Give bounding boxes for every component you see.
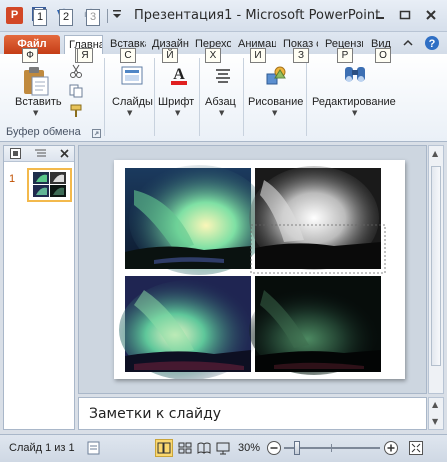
notes-pane[interactable]: Заметки к слайду — [78, 397, 427, 430]
help-icon[interactable]: ? — [424, 35, 440, 54]
status-bar: Слайд 1 из 1 30% — [0, 434, 447, 462]
slides-button[interactable]: Слайды — [112, 96, 153, 108]
paragraph-icon[interactable] — [214, 66, 232, 87]
cut-icon[interactable] — [69, 64, 83, 81]
zoom-slider-thumb[interactable] — [294, 441, 300, 455]
group-separator — [154, 58, 155, 136]
aurora-image-dark[interactable] — [249, 276, 381, 375]
ribbon: Вставить ▼ Я Буфер обмена Слайды ▼ A Шри… — [0, 48, 447, 142]
keytip-insert: С — [120, 48, 136, 63]
font-button[interactable]: Шрифт — [158, 96, 194, 108]
scrollbar-thumb[interactable] — [431, 166, 441, 366]
paste-button[interactable]: Вставить — [15, 96, 62, 108]
keytip-cut: Я — [77, 48, 93, 63]
slide-sorter-view-icon[interactable] — [177, 440, 193, 459]
paragraph-button[interactable]: Абзац — [205, 96, 236, 108]
copy-icon[interactable] — [69, 84, 83, 101]
aurora-image-blue[interactable] — [119, 276, 259, 380]
notes-scroll-up-icon[interactable]: ▲ — [432, 400, 438, 409]
slide-counter: Слайд 1 из 1 — [9, 442, 75, 454]
slides-pane-header — [4, 146, 74, 162]
minimize-icon[interactable] — [373, 8, 387, 22]
shapes-icon[interactable] — [265, 64, 287, 89]
slide-thumbnail-number: 1 — [9, 173, 16, 185]
reading-view-icon[interactable] — [196, 440, 212, 459]
zoom-in-icon[interactable] — [383, 440, 399, 459]
find-icon[interactable] — [343, 64, 367, 89]
restore-icon[interactable] — [398, 8, 412, 22]
keytip-file: Ф — [22, 48, 38, 63]
slides-tab-icon[interactable] — [10, 148, 21, 159]
editing-dropdown-icon[interactable]: ▼ — [352, 109, 357, 117]
group-separator — [243, 58, 244, 136]
keytip-design: Й — [162, 48, 178, 63]
customize-qat-icon[interactable] — [110, 6, 128, 26]
zoom-slider-center-mark — [331, 444, 332, 452]
group-separator — [306, 58, 307, 136]
notes-placeholder[interactable]: Заметки к слайду — [89, 406, 221, 422]
font-color-icon[interactable]: A — [168, 64, 190, 89]
paste-dropdown-icon[interactable]: ▼ — [33, 109, 38, 117]
slides-pane: 1 — [3, 145, 75, 430]
format-painter-icon[interactable] — [69, 104, 83, 121]
clipboard-launcher-icon[interactable] — [92, 128, 101, 141]
group-separator — [104, 58, 105, 136]
slideshow-view-icon[interactable] — [215, 440, 231, 459]
keytip-slideshow: З — [293, 48, 309, 63]
aurora-image-grayscale[interactable] — [249, 166, 381, 270]
slide-thumbnail[interactable] — [27, 168, 72, 202]
clipboard-group-label: Буфер обмена — [6, 126, 81, 138]
vertical-scrollbar[interactable]: ▲ — [428, 145, 444, 394]
qat-keytip-3: 3 — [86, 9, 100, 26]
svg-text:?: ? — [429, 38, 436, 50]
slide-canvas[interactable] — [114, 160, 405, 380]
paste-icon[interactable] — [22, 66, 50, 99]
title-bar: P 1 2 3 Презентация1 - Microsoft PowerPo… — [0, 0, 447, 32]
drawing-dropdown-icon[interactable]: ▼ — [272, 109, 277, 117]
keytip-review: Р — [337, 48, 353, 63]
font-dropdown-icon[interactable]: ▼ — [175, 109, 180, 117]
group-separator — [199, 58, 200, 136]
paragraph-dropdown-icon[interactable]: ▼ — [219, 109, 224, 117]
qat-keytip-1: 1 — [33, 9, 47, 26]
drawing-button[interactable]: Рисование — [248, 96, 303, 108]
language-icon[interactable] — [87, 440, 101, 459]
outline-tab-icon[interactable] — [34, 148, 47, 162]
svg-text:A: A — [173, 66, 185, 83]
notes-scroll-down-icon[interactable]: ▼ — [432, 417, 438, 426]
zoom-level[interactable]: 30% — [238, 442, 260, 454]
fit-to-window-icon[interactable] — [408, 440, 424, 459]
keytip-animations: И — [250, 48, 266, 63]
qat-keytip-2: 2 — [59, 9, 73, 26]
qat-separator — [107, 9, 108, 23]
normal-view-icon[interactable] — [155, 439, 173, 457]
powerpoint-app-icon[interactable]: P — [6, 7, 23, 24]
keytip-transitions: Х — [205, 48, 221, 63]
notes-scrollbar[interactable]: ▲ ▼ — [428, 397, 444, 430]
slides-dropdown-icon[interactable]: ▼ — [127, 109, 132, 117]
minimize-ribbon-icon[interactable] — [402, 38, 414, 51]
editing-button[interactable]: Редактирование — [312, 96, 396, 108]
close-pane-icon[interactable] — [59, 148, 70, 162]
zoom-out-icon[interactable] — [266, 440, 282, 459]
window-title: Презентация1 - Microsoft PowerPoint — [134, 8, 381, 23]
slides-icon[interactable] — [121, 66, 143, 89]
aurora-image-color[interactable] — [125, 165, 269, 275]
close-icon[interactable] — [424, 8, 438, 22]
keytip-view: О — [375, 48, 391, 63]
scroll-up-icon[interactable]: ▲ — [432, 149, 438, 158]
